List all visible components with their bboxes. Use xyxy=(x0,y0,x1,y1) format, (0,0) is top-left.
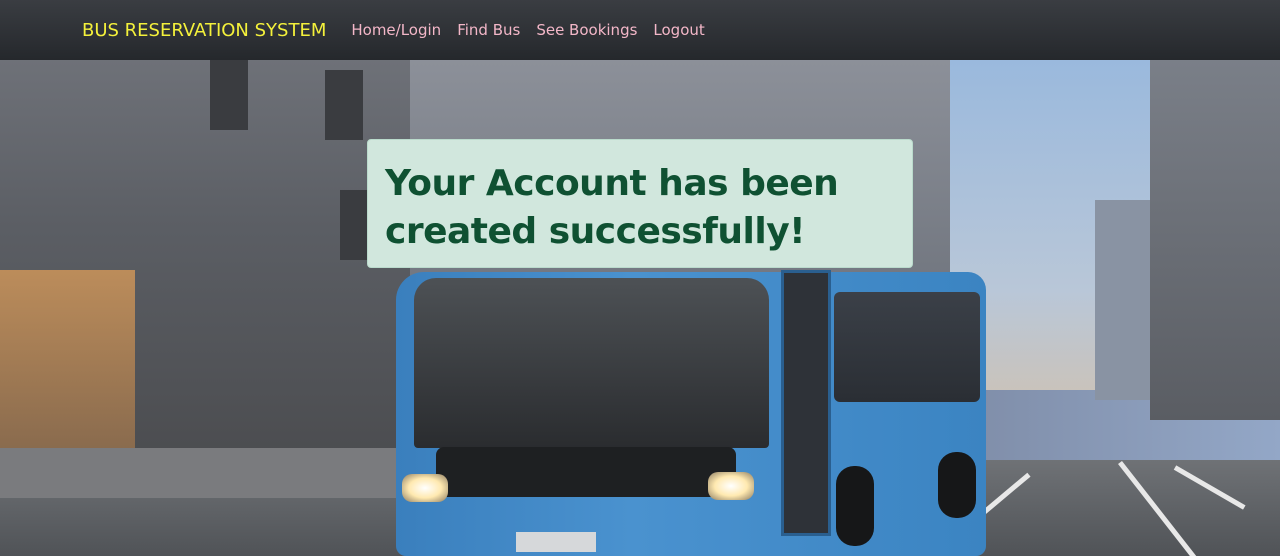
bus-side-windows xyxy=(834,292,980,402)
bus-door xyxy=(781,270,831,536)
bus-image xyxy=(396,252,986,556)
nav-link-see-bookings[interactable]: See Bookings xyxy=(536,21,637,39)
hero-background-image xyxy=(0,60,1280,556)
brand-title[interactable]: BUS RESERVATION SYSTEM xyxy=(82,20,326,41)
navbar: BUS RESERVATION SYSTEM Home/Login Find B… xyxy=(0,0,1280,60)
sidewalk xyxy=(0,448,400,498)
success-alert: Your Account has been created successful… xyxy=(367,139,913,268)
shop-window-glow xyxy=(0,270,135,470)
bus-wheel xyxy=(836,466,874,546)
success-message: Your Account has been created successful… xyxy=(385,163,839,252)
nav-link-find-bus[interactable]: Find Bus xyxy=(457,21,520,39)
nav-link-logout[interactable]: Logout xyxy=(653,21,704,39)
building-far-right xyxy=(1095,200,1155,400)
headlight-left xyxy=(402,474,448,502)
bus-windshield xyxy=(414,278,769,448)
headlight-right xyxy=(708,472,754,500)
nav-link-home-login[interactable]: Home/Login xyxy=(351,21,441,39)
bus-grille xyxy=(436,447,736,497)
building-right xyxy=(1150,60,1280,420)
license-plate xyxy=(516,532,596,552)
bus-wheel xyxy=(938,452,976,518)
